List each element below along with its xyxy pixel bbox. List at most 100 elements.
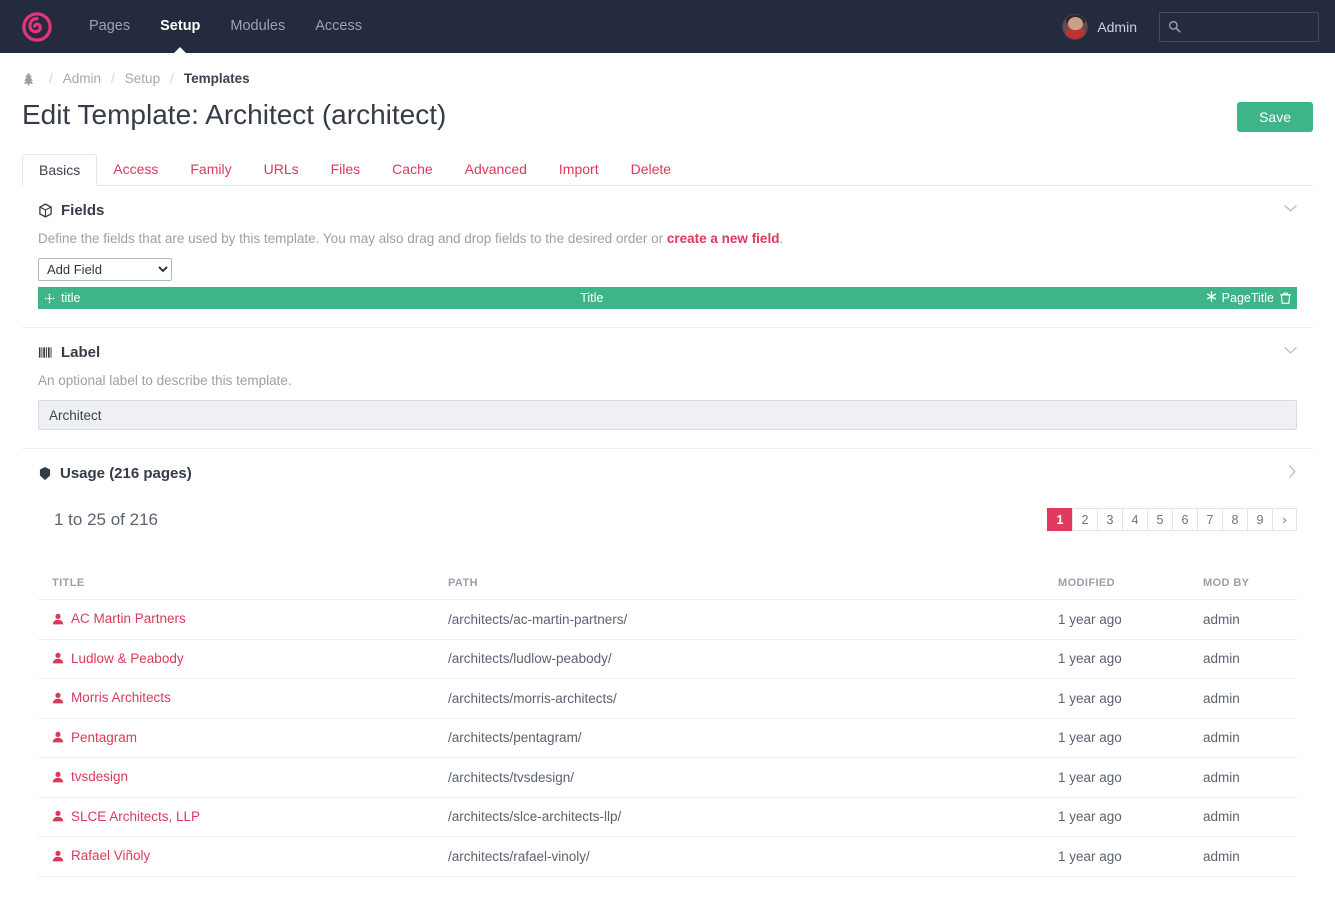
page-link[interactable]: Pentagram (52, 730, 137, 745)
tab-delete[interactable]: Delete (615, 154, 687, 185)
page-button-5[interactable]: 5 (1147, 508, 1172, 531)
panel-list: Fields Define the fields that are used b… (22, 186, 1313, 877)
page-next-button[interactable]: › (1272, 508, 1297, 531)
nav-label: Setup (160, 18, 200, 34)
user-menu[interactable]: Admin (1062, 14, 1137, 40)
page-button-9[interactable]: 9 (1247, 508, 1272, 531)
move-icon[interactable] (44, 293, 55, 304)
cell-path: /architects/tvsdesign/ (448, 758, 1058, 798)
tab-family[interactable]: Family (174, 154, 247, 185)
page-link[interactable]: Rafael Viñoly (52, 848, 150, 863)
page-link[interactable]: SLCE Architects, LLP (52, 809, 200, 824)
label-panel-title: Label (61, 344, 100, 361)
table-row: AC Martin Partners/architects/ac-martin-… (38, 600, 1297, 640)
nav-label: Modules (230, 18, 285, 34)
page-button-1[interactable]: 1 (1047, 508, 1072, 531)
breadcrumb: / Admin / Setup / Templates (0, 53, 1335, 92)
cell-title: Pentagram (38, 718, 448, 758)
cell-modified: 1 year ago (1058, 837, 1203, 877)
label-input[interactable] (38, 400, 1297, 430)
nav-item-modules[interactable]: Modules (215, 0, 300, 53)
chevron-down-icon[interactable] (1284, 202, 1297, 215)
create-new-field-link[interactable]: create a new field (667, 231, 780, 246)
page-link[interactable]: tvsdesign (52, 769, 128, 784)
fields-panel: Fields Define the fields that are used b… (22, 186, 1313, 328)
masthead-right: Admin (1062, 12, 1319, 42)
page-button-2[interactable]: 2 (1072, 508, 1097, 531)
tab-access[interactable]: Access (97, 154, 174, 185)
cell-title: AC Martin Partners (38, 600, 448, 640)
label-panel: Label An optional label to describe this… (22, 328, 1313, 449)
processwire-logo[interactable] (22, 12, 52, 42)
tree-icon[interactable] (22, 72, 35, 86)
search-box[interactable] (1159, 12, 1319, 42)
column-header-mod-by[interactable]: MOD BY (1203, 577, 1297, 600)
breadcrumb-item-admin[interactable]: Admin (63, 71, 101, 86)
nav-item-pages[interactable]: Pages (74, 0, 145, 53)
fields-desc-text: Define the fields that are used by this … (38, 231, 667, 246)
tab-files[interactable]: Files (315, 154, 377, 185)
usage-panel-header[interactable]: Usage (216 pages) (38, 465, 1297, 482)
column-header-modified[interactable]: MODIFIED (1058, 577, 1203, 600)
tab-cache[interactable]: Cache (376, 154, 448, 185)
column-header-title[interactable]: TITLE (38, 577, 448, 600)
page-button-8[interactable]: 8 (1222, 508, 1247, 531)
tab-urls[interactable]: URLs (248, 154, 315, 185)
nav-item-access[interactable]: Access (300, 0, 377, 53)
cell-title: Morris Architects (38, 679, 448, 719)
cell-modified: 1 year ago (1058, 679, 1203, 719)
save-button[interactable]: Save (1237, 102, 1313, 132)
fields-panel-header[interactable]: Fields (38, 202, 1297, 219)
search-input[interactable] (1187, 18, 1310, 35)
page-link[interactable]: AC Martin Partners (52, 611, 186, 626)
nav-item-setup[interactable]: Setup (145, 0, 215, 53)
cell-path: /architects/morris-architects/ (448, 679, 1058, 719)
cell-path: /architects/pentagram/ (448, 718, 1058, 758)
chevron-down-icon[interactable] (1284, 344, 1297, 357)
cell-mod-by: admin (1203, 679, 1297, 719)
breadcrumb-item-setup[interactable]: Setup (125, 71, 160, 86)
cell-modified: 1 year ago (1058, 758, 1203, 798)
column-header-path[interactable]: PATH (448, 577, 1058, 600)
usage-body: 1 to 25 of 216 1 2 3 4 5 6 7 8 9 › (38, 482, 1297, 877)
user-icon (52, 850, 64, 862)
tab-basics[interactable]: Basics (22, 154, 97, 186)
fields-panel-description: Define the fields that are used by this … (38, 231, 1297, 246)
user-icon (52, 613, 64, 625)
cell-title: Ludlow & Peabody (38, 639, 448, 679)
page-link[interactable]: Ludlow & Peabody (52, 651, 184, 666)
search-icon (1168, 20, 1181, 33)
label-panel-header[interactable]: Label (38, 344, 1297, 361)
page-button-7[interactable]: 7 (1197, 508, 1222, 531)
page-button-3[interactable]: 3 (1097, 508, 1122, 531)
pagination: 1 2 3 4 5 6 7 8 9 › (1047, 508, 1297, 531)
cell-path: /architects/ac-martin-partners/ (448, 600, 1058, 640)
cell-mod-by: admin (1203, 797, 1297, 837)
page-link[interactable]: Morris Architects (52, 690, 171, 705)
nav-label: Access (315, 18, 362, 34)
page-header: Edit Template: Architect (architect) Sav… (0, 92, 1335, 132)
field-row-name: title (61, 291, 80, 305)
tab-advanced[interactable]: Advanced (449, 154, 543, 185)
page-button-4[interactable]: 4 (1122, 508, 1147, 531)
trash-icon[interactable] (1280, 292, 1291, 304)
page-button-6[interactable]: 6 (1172, 508, 1197, 531)
field-row-right: PageTitle (1206, 291, 1291, 305)
tab-import[interactable]: Import (543, 154, 615, 185)
breadcrumb-separator: / (49, 71, 53, 86)
cell-mod-by: admin (1203, 718, 1297, 758)
avatar (1062, 14, 1088, 40)
user-icon (52, 810, 64, 822)
usage-table: TITLE PATH MODIFIED MOD BY AC Martin Par… (38, 577, 1297, 877)
add-field-select[interactable]: Add Field (38, 258, 172, 281)
cell-modified: 1 year ago (1058, 718, 1203, 758)
main-nav: Pages Setup Modules Access (74, 0, 377, 53)
field-row-title[interactable]: title Title PageTitle (38, 287, 1297, 309)
cell-modified: 1 year ago (1058, 639, 1203, 679)
cell-path: /architects/slce-architects-llp/ (448, 797, 1058, 837)
usage-panel-title: Usage (216 pages) (60, 465, 192, 482)
chevron-right-icon[interactable] (1288, 465, 1297, 480)
cube-icon (38, 466, 52, 481)
page-title-text: Morris Architects (71, 690, 171, 705)
usage-panel: Usage (216 pages) 1 to 25 of 216 1 2 3 4… (22, 449, 1313, 877)
